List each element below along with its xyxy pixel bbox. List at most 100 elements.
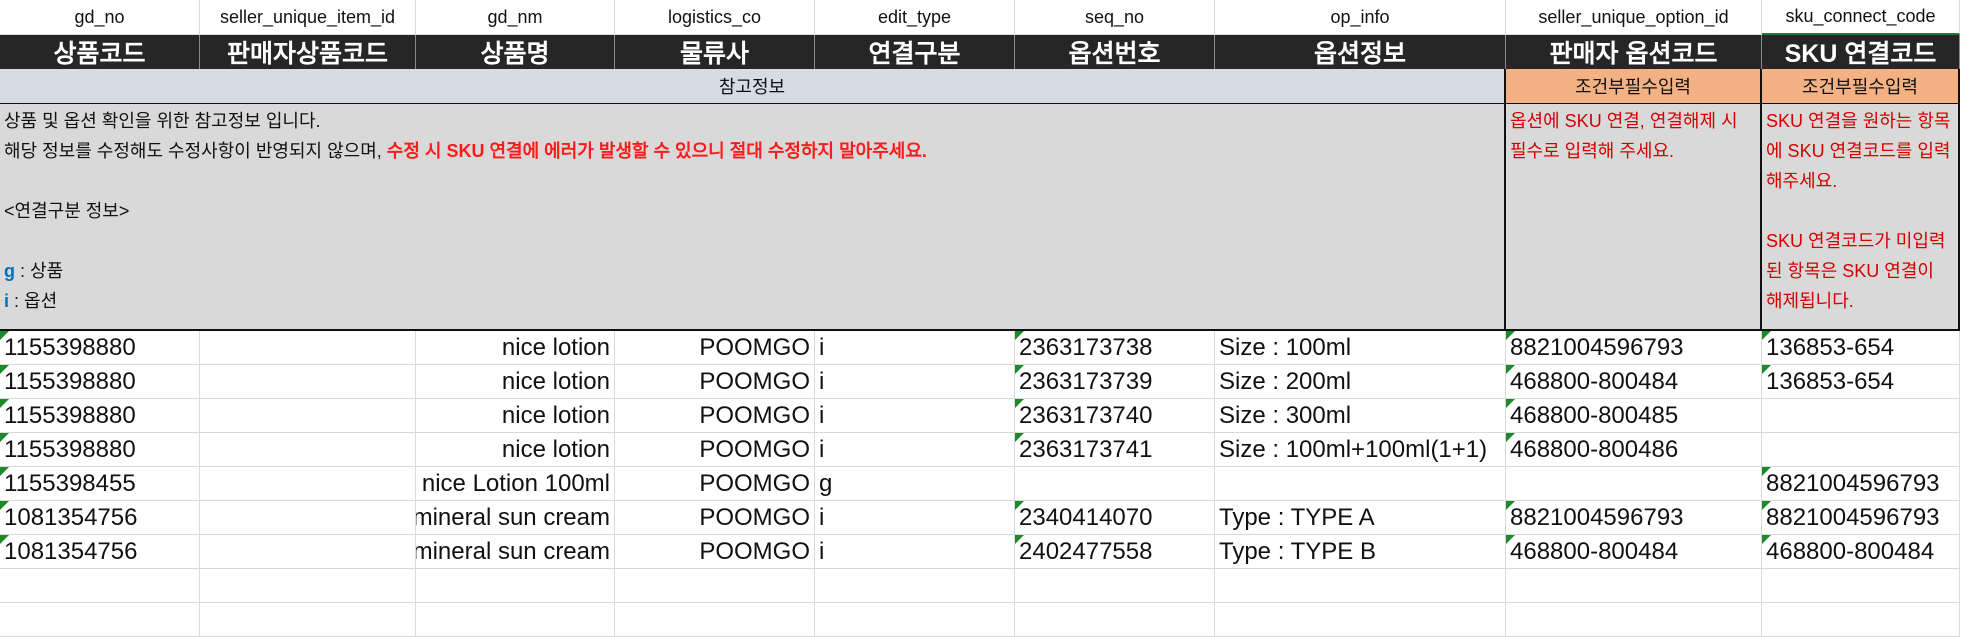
table-cell-logistics-co[interactable]: POOMGO xyxy=(615,467,815,501)
table-cell-logistics-co[interactable] xyxy=(615,569,815,603)
option-code-required-band[interactable]: 조건부필수입력 xyxy=(1506,69,1762,104)
table-cell-op-info[interactable]: Size : 200ml xyxy=(1215,365,1506,399)
table-cell-edit-type[interactable]: i xyxy=(815,501,1015,535)
table-cell-sku-connect-code[interactable]: 8821004596793 xyxy=(1762,501,1960,535)
reference-info-note[interactable]: 상품 및 옵션 확인을 위한 참고정보 입니다. 해당 정보를 수정해도 수정사… xyxy=(0,104,1506,331)
sku-code-note[interactable]: SKU 연결을 원하는 항목에 SKU 연결코드를 입력해주세요. SKU 연결… xyxy=(1762,104,1960,331)
table-cell-seller-unique-option-id[interactable]: 8821004596793 xyxy=(1506,501,1762,535)
table-cell-logistics-co[interactable]: POOMGO xyxy=(615,365,815,399)
column-title-seller-unique-option-id[interactable]: 판매자 옵션코드 xyxy=(1506,35,1762,69)
column-key-seller-unique-item-id[interactable]: seller_unique_item_id xyxy=(200,0,416,35)
column-title-seq-no[interactable]: 옵션번호 xyxy=(1015,35,1215,69)
table-cell-op-info[interactable]: Type : TYPE B xyxy=(1215,535,1506,569)
table-cell-op-info[interactable] xyxy=(1215,569,1506,603)
table-cell-seller-unique-item-id[interactable] xyxy=(200,603,416,637)
table-cell-gd-nm[interactable]: nice Lotion 100ml xyxy=(416,467,615,501)
table-cell-sku-connect-code[interactable]: 8821004596793 xyxy=(1762,467,1960,501)
table-cell-gd-nm[interactable] xyxy=(416,603,615,637)
column-title-seller-unique-item-id[interactable]: 판매자상품코드 xyxy=(200,35,416,69)
column-key-seq-no[interactable]: seq_no xyxy=(1015,0,1215,35)
table-cell-gd-nm[interactable] xyxy=(416,569,615,603)
column-key-gd-nm[interactable]: gd_nm xyxy=(416,0,615,35)
table-cell-sku-connect-code[interactable]: 136853-654 xyxy=(1762,331,1960,365)
table-cell-logistics-co[interactable]: POOMGO xyxy=(615,331,815,365)
table-cell-seller-unique-item-id[interactable] xyxy=(200,501,416,535)
table-cell-gd-nm[interactable]: nice lotion xyxy=(416,433,615,467)
column-title-op-info[interactable]: 옵션정보 xyxy=(1215,35,1506,69)
table-cell-seller-unique-option-id[interactable]: 468800-800486 xyxy=(1506,433,1762,467)
table-cell-edit-type[interactable]: i xyxy=(815,433,1015,467)
table-cell-op-info[interactable]: Size : 100ml+100ml(1+1) xyxy=(1215,433,1506,467)
table-cell-seller-unique-item-id[interactable] xyxy=(200,365,416,399)
table-cell-logistics-co[interactable]: POOMGO xyxy=(615,433,815,467)
table-cell-seller-unique-option-id[interactable]: 468800-800485 xyxy=(1506,399,1762,433)
table-cell-sku-connect-code[interactable] xyxy=(1762,603,1960,637)
table-cell-gd-nm[interactable]: nice lotion xyxy=(416,365,615,399)
table-cell-seq-no[interactable]: 2402477558 xyxy=(1015,535,1215,569)
column-title-gd-no[interactable]: 상품코드 xyxy=(0,35,200,69)
table-cell-logistics-co[interactable]: POOMGO xyxy=(615,399,815,433)
table-cell-edit-type[interactable]: i xyxy=(815,535,1015,569)
table-cell-seq-no[interactable]: 2363173741 xyxy=(1015,433,1215,467)
table-cell-seller-unique-item-id[interactable] xyxy=(200,331,416,365)
column-key-gd-no[interactable]: gd_no xyxy=(0,0,200,35)
column-key-edit-type[interactable]: edit_type xyxy=(815,0,1015,35)
table-cell-gd-no[interactable]: 1155398880 xyxy=(0,331,200,365)
table-cell-sku-connect-code[interactable] xyxy=(1762,569,1960,603)
table-cell-sku-connect-code[interactable]: 136853-654 xyxy=(1762,365,1960,399)
column-key-seller-unique-option-id[interactable]: seller_unique_option_id xyxy=(1506,0,1762,35)
table-cell-edit-type[interactable]: i xyxy=(815,399,1015,433)
table-cell-op-info[interactable]: Size : 100ml xyxy=(1215,331,1506,365)
sku-code-required-band[interactable]: 조건부필수입력 xyxy=(1762,69,1960,104)
column-key-op-info[interactable]: op_info xyxy=(1215,0,1506,35)
table-cell-gd-no[interactable]: 1155398455 xyxy=(0,467,200,501)
table-cell-logistics-co[interactable]: POOMGO xyxy=(615,535,815,569)
table-cell-op-info[interactable]: Type : TYPE A xyxy=(1215,501,1506,535)
table-cell-edit-type[interactable] xyxy=(815,569,1015,603)
column-title-sku-connect-code[interactable]: SKU 연결코드 xyxy=(1762,35,1960,69)
table-cell-gd-nm[interactable]: nice lotion xyxy=(416,399,615,433)
table-cell-gd-nm[interactable]: mineral sun cream xyxy=(416,535,615,569)
table-cell-seller-unique-option-id[interactable] xyxy=(1506,603,1762,637)
table-cell-logistics-co[interactable]: POOMGO xyxy=(615,501,815,535)
column-key-sku-connect-code[interactable]: sku_connect_code xyxy=(1762,0,1960,35)
table-cell-gd-nm[interactable]: mineral sun cream xyxy=(416,501,615,535)
column-title-gd-nm[interactable]: 상품명 xyxy=(416,35,615,69)
column-title-edit-type[interactable]: 연결구분 xyxy=(815,35,1015,69)
option-code-note[interactable]: 옵션에 SKU 연결, 연결해제 시 필수로 입력해 주세요. xyxy=(1506,104,1762,331)
table-cell-op-info[interactable] xyxy=(1215,467,1506,501)
table-cell-seq-no[interactable] xyxy=(1015,603,1215,637)
table-cell-logistics-co[interactable] xyxy=(615,603,815,637)
table-cell-seq-no[interactable] xyxy=(1015,467,1215,501)
table-cell-sku-connect-code[interactable] xyxy=(1762,433,1960,467)
reference-band[interactable]: 참고정보 xyxy=(0,69,1506,104)
table-cell-edit-type[interactable]: g xyxy=(815,467,1015,501)
table-cell-seller-unique-item-id[interactable] xyxy=(200,399,416,433)
table-cell-seq-no[interactable]: 2363173738 xyxy=(1015,331,1215,365)
table-cell-gd-no[interactable]: 1155398880 xyxy=(0,399,200,433)
table-cell-gd-no[interactable]: 1155398880 xyxy=(0,365,200,399)
column-title-logistics-co[interactable]: 물류사 xyxy=(615,35,815,69)
table-cell-seller-unique-item-id[interactable] xyxy=(200,569,416,603)
table-cell-gd-no[interactable]: 1155398880 xyxy=(0,433,200,467)
table-cell-gd-nm[interactable]: nice lotion xyxy=(416,331,615,365)
table-cell-seller-unique-item-id[interactable] xyxy=(200,433,416,467)
table-cell-seller-unique-item-id[interactable] xyxy=(200,467,416,501)
table-cell-gd-no[interactable] xyxy=(0,603,200,637)
table-cell-seller-unique-option-id[interactable]: 8821004596793 xyxy=(1506,331,1762,365)
table-cell-seq-no[interactable] xyxy=(1015,569,1215,603)
table-cell-seller-unique-item-id[interactable] xyxy=(200,535,416,569)
table-cell-seq-no[interactable]: 2363173740 xyxy=(1015,399,1215,433)
table-cell-op-info[interactable]: Size : 300ml xyxy=(1215,399,1506,433)
table-cell-seq-no[interactable]: 2340414070 xyxy=(1015,501,1215,535)
table-cell-op-info[interactable] xyxy=(1215,603,1506,637)
table-cell-edit-type[interactable]: i xyxy=(815,365,1015,399)
table-cell-seq-no[interactable]: 2363173739 xyxy=(1015,365,1215,399)
column-key-logistics-co[interactable]: logistics_co xyxy=(615,0,815,35)
table-cell-gd-no[interactable]: 1081354756 xyxy=(0,501,200,535)
table-cell-seller-unique-option-id[interactable]: 468800-800484 xyxy=(1506,365,1762,399)
table-cell-seller-unique-option-id[interactable] xyxy=(1506,569,1762,603)
table-cell-seller-unique-option-id[interactable] xyxy=(1506,467,1762,501)
table-cell-seller-unique-option-id[interactable]: 468800-800484 xyxy=(1506,535,1762,569)
table-cell-gd-no[interactable]: 1081354756 xyxy=(0,535,200,569)
